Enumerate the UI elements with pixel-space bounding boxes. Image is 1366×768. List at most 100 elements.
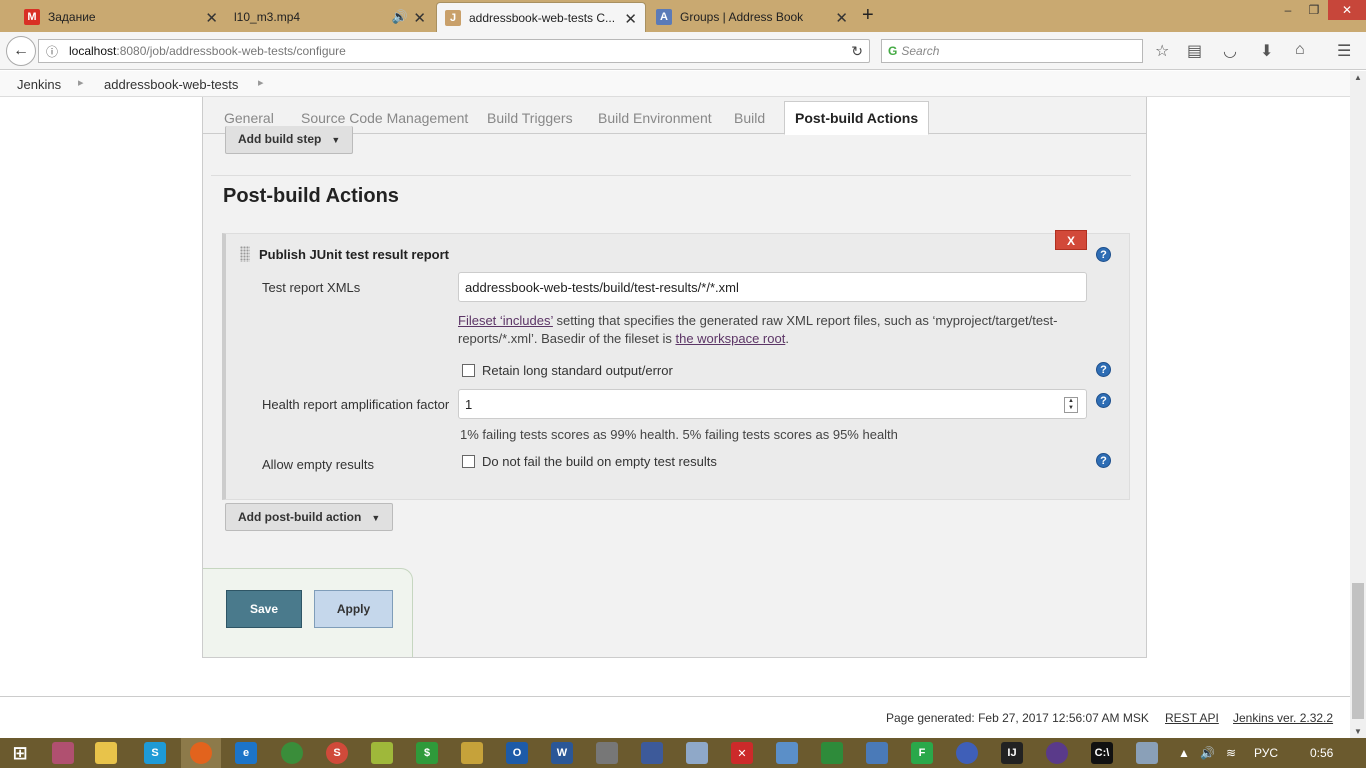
help-icon[interactable]: ? bbox=[1096, 393, 1111, 408]
app-icon[interactable] bbox=[596, 742, 618, 764]
pocket-icon[interactable]: ◡ bbox=[1223, 41, 1237, 61]
test-report-xmls-input[interactable]: addressbook-web-tests/build/test-results… bbox=[458, 272, 1087, 302]
google-icon: G bbox=[888, 44, 898, 58]
app-icon[interactable]: S bbox=[326, 742, 348, 764]
money-icon[interactable]: $ bbox=[416, 742, 438, 764]
rest-api-link[interactable]: REST API bbox=[1165, 711, 1219, 725]
page-scrollbar[interactable]: ▲ ▼ bbox=[1350, 71, 1366, 738]
allow-empty-label: Allow empty results bbox=[262, 457, 374, 472]
chrome-icon[interactable] bbox=[281, 742, 303, 764]
internet-explorer-icon[interactable]: e bbox=[235, 742, 257, 764]
app-icon[interactable] bbox=[821, 742, 843, 764]
file-explorer-icon[interactable] bbox=[95, 742, 117, 764]
tab-general[interactable]: General bbox=[224, 110, 274, 126]
app-icon[interactable]: F bbox=[911, 742, 933, 764]
tab-post-build-actions[interactable]: Post-build Actions bbox=[784, 101, 930, 135]
app-icon[interactable] bbox=[1046, 742, 1068, 764]
section-divider bbox=[211, 175, 1131, 176]
config-panel: General Source Code Management Build Tri… bbox=[202, 97, 1147, 658]
download-icon[interactable]: ⬇ bbox=[1260, 41, 1273, 61]
retain-output-checkbox[interactable] bbox=[462, 364, 475, 377]
breadcrumb-arrow-icon: ▸ bbox=[78, 77, 84, 89]
add-build-step-button[interactable]: Add build step ▼ bbox=[225, 126, 354, 154]
tray-expand-icon[interactable]: ▲ bbox=[1178, 746, 1190, 760]
breadcrumb-jenkins[interactable]: Jenkins bbox=[17, 77, 61, 92]
scroll-down-icon[interactable]: ▼ bbox=[1354, 727, 1362, 736]
number-spinner-icon[interactable]: ▲ ▼ bbox=[1064, 397, 1078, 413]
speaker-icon[interactable]: 🔊 bbox=[392, 9, 408, 25]
save-button[interactable]: Save bbox=[226, 590, 302, 628]
reload-icon[interactable]: ↻ bbox=[851, 43, 863, 60]
bookmark-star-icon[interactable]: ☆ bbox=[1155, 41, 1169, 61]
help-icon[interactable]: ? bbox=[1096, 453, 1111, 468]
apply-button[interactable]: Apply bbox=[314, 590, 393, 628]
tab-groups[interactable]: A Groups | Address Book ✕ bbox=[648, 2, 856, 32]
language-indicator[interactable]: РУС bbox=[1254, 746, 1278, 760]
reading-list-icon[interactable]: ▤ bbox=[1187, 41, 1202, 61]
tab-title: addressbook-web-tests C... bbox=[469, 10, 616, 25]
retain-output-label: Retain long standard output/error bbox=[482, 363, 673, 378]
breadcrumb-job[interactable]: addressbook-web-tests bbox=[104, 77, 238, 92]
network-icon[interactable]: ≋ bbox=[1226, 746, 1236, 760]
page-generated-text: Page generated: Feb 27, 2017 12:56:07 AM… bbox=[886, 711, 1149, 725]
app-icon[interactable] bbox=[461, 742, 483, 764]
allow-empty-checkbox[interactable] bbox=[462, 455, 475, 468]
add-build-step-label: Add build step bbox=[238, 132, 322, 146]
health-factor-input[interactable]: 1 ▲ ▼ bbox=[458, 389, 1087, 419]
help-icon[interactable]: ? bbox=[1096, 247, 1111, 262]
delete-publisher-button[interactable]: X bbox=[1055, 230, 1087, 250]
tab-title: l10_m3.mp4 bbox=[234, 10, 301, 24]
drag-handle-icon[interactable] bbox=[240, 246, 250, 262]
home-icon[interactable]: ⌂ bbox=[1295, 41, 1305, 59]
intellij-icon[interactable]: IJ bbox=[1001, 742, 1023, 764]
window-close-icon[interactable]: ✕ bbox=[1328, 0, 1366, 20]
workspace-root-link[interactable]: the workspace root bbox=[675, 331, 785, 346]
minimize-icon[interactable]: – bbox=[1276, 0, 1300, 20]
maximize-icon[interactable]: ❐ bbox=[1302, 0, 1326, 20]
notepad-icon[interactable] bbox=[371, 742, 393, 764]
app-icon[interactable] bbox=[52, 742, 74, 764]
skype-icon[interactable]: S bbox=[144, 742, 166, 764]
menu-icon[interactable]: ☰ bbox=[1337, 41, 1351, 61]
close-tab-icon[interactable]: ✕ bbox=[835, 9, 848, 27]
tab-scm[interactable]: Source Code Management bbox=[301, 110, 468, 126]
scrollbar-thumb[interactable] bbox=[1352, 583, 1364, 719]
tab-video[interactable]: l10_m3.mp4 🔊 ✕ bbox=[226, 2, 434, 32]
volume-icon[interactable]: 🔊 bbox=[1200, 746, 1215, 760]
close-tab-icon[interactable]: ✕ bbox=[624, 10, 637, 28]
firefox-icon[interactable] bbox=[190, 742, 212, 764]
tab-build-triggers[interactable]: Build Triggers bbox=[487, 110, 573, 126]
command-prompt-icon[interactable]: C:\ bbox=[1091, 742, 1113, 764]
jenkins-version-link[interactable]: Jenkins ver. 2.32.2 bbox=[1233, 711, 1333, 725]
back-arrow-icon[interactable]: ← bbox=[6, 36, 36, 66]
clock[interactable]: 0:56 bbox=[1310, 746, 1333, 760]
breadcrumb: Jenkins ▸ addressbook-web-tests ▸ bbox=[0, 71, 1366, 97]
app-icon[interactable] bbox=[1136, 742, 1158, 764]
allow-empty-option: Do not fail the build on empty test resu… bbox=[462, 454, 717, 469]
add-post-build-action-button[interactable]: Add post-build action ▼ bbox=[225, 503, 394, 531]
app-icon[interactable]: ✕ bbox=[731, 742, 753, 764]
app-icon[interactable] bbox=[776, 742, 798, 764]
calculator-icon[interactable] bbox=[686, 742, 708, 764]
scroll-up-icon[interactable]: ▲ bbox=[1354, 73, 1362, 82]
help-icon[interactable]: ? bbox=[1096, 362, 1111, 377]
app-icon[interactable] bbox=[866, 742, 888, 764]
app-icon[interactable] bbox=[956, 742, 978, 764]
fileset-includes-link[interactable]: Fileset ‘includes’ bbox=[458, 313, 553, 328]
app-icon[interactable] bbox=[641, 742, 663, 764]
tab-build-environment[interactable]: Build Environment bbox=[598, 110, 712, 126]
breadcrumb-arrow-icon: ▸ bbox=[258, 77, 264, 89]
close-tab-icon[interactable]: ✕ bbox=[413, 9, 426, 27]
word-icon[interactable]: W bbox=[551, 742, 573, 764]
tab-build[interactable]: Build bbox=[734, 110, 765, 126]
tab-favicon-icon: A bbox=[656, 9, 672, 25]
tab-zadanie[interactable]: М Задание ✕ bbox=[16, 2, 226, 32]
windows-start-icon[interactable]: ⊞ bbox=[9, 742, 31, 764]
new-tab-button[interactable]: + bbox=[862, 4, 874, 27]
tab-addressbook-configure[interactable]: J addressbook-web-tests C... ✕ bbox=[436, 2, 646, 32]
info-icon[interactable]: ⓘ bbox=[41, 43, 63, 60]
search-input[interactable]: G Search bbox=[881, 39, 1143, 63]
close-tab-icon[interactable]: ✕ bbox=[205, 9, 218, 27]
outlook-icon[interactable]: O bbox=[506, 742, 528, 764]
address-bar[interactable]: ⓘ localhost :8080/job/addressbook-web-te… bbox=[38, 39, 870, 63]
